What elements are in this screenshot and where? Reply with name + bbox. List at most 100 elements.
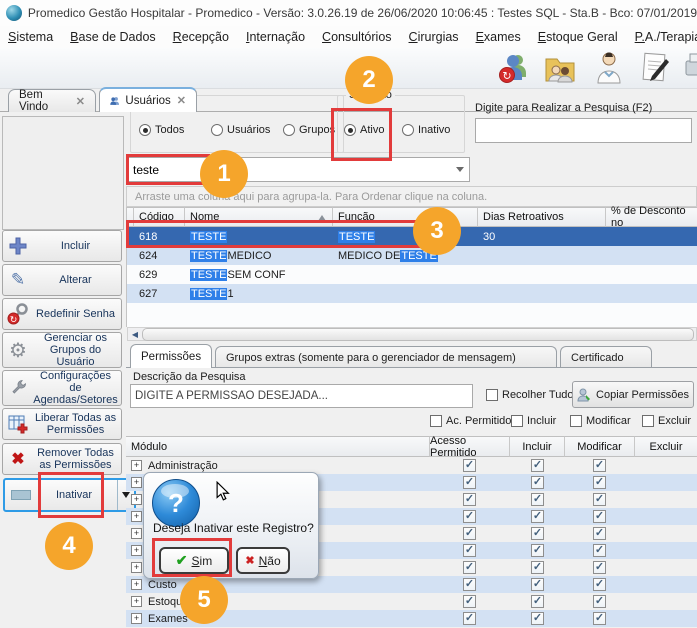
checked-checkbox-icon[interactable]: ✓	[593, 510, 606, 523]
permission-search-input[interactable]	[130, 384, 473, 408]
checked-checkbox-icon[interactable]: ✓	[463, 578, 476, 591]
table-row[interactable]: 624 TESTE MEDICO MEDICO DE TESTE	[127, 246, 697, 265]
tab-usuarios[interactable]: Usuários ✕	[99, 87, 197, 112]
checked-checkbox-icon[interactable]: ✓	[531, 561, 544, 574]
menu-recepcao[interactable]: Recepção	[173, 30, 229, 44]
menu-estoque-geral[interactable]: Estoque Geral	[538, 30, 618, 44]
radio-inativo[interactable]: Inativo	[402, 124, 450, 136]
checked-checkbox-icon[interactable]: ✓	[593, 544, 606, 557]
liberar-permissoes-button[interactable]: Liberar Todas as Permissões	[2, 408, 122, 440]
excluir-checkbox[interactable]: Excluir	[642, 415, 691, 427]
printer-icon[interactable]	[684, 51, 697, 85]
expand-icon[interactable]: +	[131, 477, 142, 488]
remover-permissoes-button[interactable]: ✖ Remover Todas as Permissões	[2, 443, 122, 475]
expand-icon[interactable]: +	[131, 511, 142, 522]
checked-checkbox-icon[interactable]: ✓	[463, 544, 476, 557]
checked-checkbox-icon[interactable]: ✓	[593, 459, 606, 472]
checked-checkbox-icon[interactable]: ✓	[593, 612, 606, 625]
search-label: Digite para Realizar a Pesquisa (F2)	[475, 102, 652, 114]
checked-checkbox-icon[interactable]: ✓	[593, 578, 606, 591]
col-modificar[interactable]: Modificar	[565, 436, 635, 457]
radio-usuarios[interactable]: Usuários	[211, 124, 270, 136]
table-row[interactable]: 627 TESTE1	[127, 284, 697, 303]
checked-checkbox-icon[interactable]: ✓	[463, 493, 476, 506]
checked-checkbox-icon[interactable]: ✓	[463, 527, 476, 540]
scrollbar-thumb[interactable]	[142, 328, 694, 341]
close-icon[interactable]: ✕	[177, 94, 186, 107]
liberar-permissoes-label: Liberar Todas as Permissões	[33, 412, 118, 436]
combo-dropdown[interactable]	[451, 167, 469, 172]
scroll-left-icon[interactable]: ◀	[128, 328, 142, 340]
col-excluir[interactable]: Excluir	[635, 436, 697, 457]
table-row[interactable]: 629 TESTE SEM CONF	[127, 265, 697, 284]
nao-button[interactable]: ✖ Não	[236, 547, 290, 574]
red-x-icon: ✖	[6, 447, 30, 471]
doctor-icon[interactable]	[592, 51, 626, 85]
search-input[interactable]	[475, 118, 692, 143]
menu-pa-terapias[interactable]: P.A./Terapias	[635, 30, 697, 44]
tab-grupos-extras[interactable]: Grupos extras (somente para o gerenciado…	[215, 346, 557, 368]
refresh-users-icon[interactable]: ↻	[497, 51, 531, 85]
col-desconto[interactable]: % de Desconto no	[606, 207, 697, 227]
checked-checkbox-icon[interactable]: ✓	[531, 595, 544, 608]
col-acesso-permitido[interactable]: Acesso Permitido	[430, 436, 510, 457]
menu-consultorios[interactable]: Consultórios	[322, 30, 391, 44]
expand-icon[interactable]: +	[131, 460, 142, 471]
menu-internacao[interactable]: Internação	[246, 30, 305, 44]
tab-bem-vindo[interactable]: Bem Vindo ✕	[8, 89, 96, 112]
tab-certificado[interactable]: Certificado	[560, 346, 652, 368]
checked-checkbox-icon[interactable]: ✓	[531, 578, 544, 591]
col-dias-retroativos[interactable]: Dias Retroativos	[478, 207, 606, 227]
checked-checkbox-icon[interactable]: ✓	[531, 510, 544, 523]
radio-todos[interactable]: Todos	[139, 124, 184, 136]
expand-icon[interactable]: +	[131, 579, 142, 590]
recolher-tudo-checkbox[interactable]: Recolher Tudo	[486, 389, 574, 401]
radio-grupos[interactable]: Grupos	[283, 124, 335, 136]
checked-checkbox-icon[interactable]: ✓	[463, 459, 476, 472]
checked-checkbox-icon[interactable]: ✓	[593, 527, 606, 540]
checked-checkbox-icon[interactable]: ✓	[531, 476, 544, 489]
expand-icon[interactable]: +	[131, 613, 142, 624]
checked-checkbox-icon[interactable]: ✓	[531, 544, 544, 557]
menu-sistema[interactable]: Sistema	[8, 30, 53, 44]
checked-checkbox-icon[interactable]: ✓	[593, 561, 606, 574]
modificar-checkbox[interactable]: Modificar	[570, 415, 631, 427]
expand-icon[interactable]: +	[131, 494, 142, 505]
config-agendas-label: Configurações de Agendas/Setores	[33, 370, 118, 406]
checked-checkbox-icon[interactable]: ✓	[463, 595, 476, 608]
alterar-button[interactable]: ✎ Alterar	[2, 264, 122, 296]
checked-checkbox-icon[interactable]: ✓	[531, 612, 544, 625]
config-agendas-button[interactable]: Configurações de Agendas/Setores	[2, 370, 122, 406]
col-incluir[interactable]: Incluir	[510, 436, 565, 457]
checked-checkbox-icon[interactable]: ✓	[593, 595, 606, 608]
add-icon	[6, 234, 30, 258]
checked-checkbox-icon[interactable]: ✓	[593, 493, 606, 506]
checked-checkbox-icon[interactable]: ✓	[531, 493, 544, 506]
col-modulo[interactable]: Módulo	[126, 436, 430, 457]
checked-checkbox-icon[interactable]: ✓	[531, 459, 544, 472]
users-folder-icon[interactable]	[543, 51, 577, 85]
incluir-button[interactable]: Incluir	[2, 230, 122, 262]
tab-permissoes[interactable]: Permissões	[130, 344, 212, 368]
ac-permitido-checkbox[interactable]: Ac. Permitido	[430, 415, 511, 427]
menu-exames[interactable]: Exames	[476, 30, 521, 44]
incluir-checkbox[interactable]: Incluir	[511, 415, 556, 427]
checked-checkbox-icon[interactable]: ✓	[463, 510, 476, 523]
menu-base-de-dados[interactable]: Base de Dados	[70, 30, 155, 44]
checked-checkbox-icon[interactable]: ✓	[463, 476, 476, 489]
redefinir-senha-button[interactable]: ↻ Redefinir Senha	[2, 298, 122, 330]
document-sign-icon[interactable]	[638, 51, 672, 85]
checked-checkbox-icon[interactable]: ✓	[531, 527, 544, 540]
expand-icon[interactable]: +	[131, 528, 142, 539]
checked-checkbox-icon[interactable]: ✓	[463, 561, 476, 574]
menu-cirurgias[interactable]: Cirurgias	[409, 30, 459, 44]
expand-icon[interactable]: +	[131, 562, 142, 573]
close-icon[interactable]: ✕	[76, 95, 85, 108]
checked-checkbox-icon[interactable]: ✓	[463, 612, 476, 625]
horizontal-scrollbar[interactable]: ◀	[127, 327, 697, 341]
checked-checkbox-icon[interactable]: ✓	[593, 476, 606, 489]
copiar-permissoes-button[interactable]: Copiar Permissões	[572, 381, 694, 408]
expand-icon[interactable]: +	[131, 545, 142, 556]
expand-icon[interactable]: +	[131, 596, 142, 607]
gerenciar-grupos-button[interactable]: ⚙ Gerenciar os Grupos do Usuário	[2, 332, 122, 368]
